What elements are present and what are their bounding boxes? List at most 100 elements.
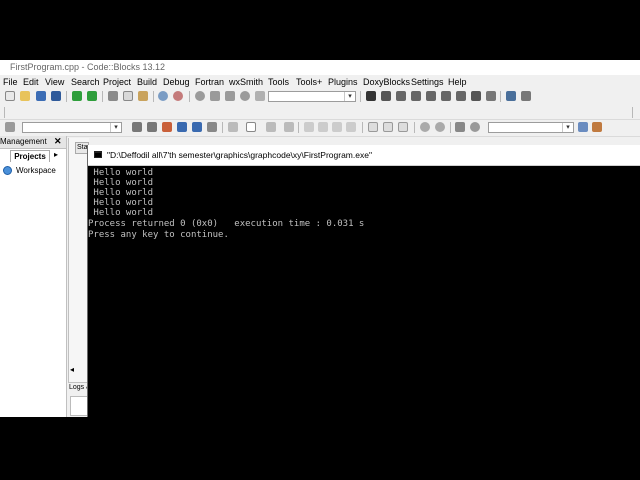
scope-select[interactable]: ▾ — [22, 122, 122, 133]
step-instruction-icon[interactable] — [441, 91, 451, 101]
align2-icon[interactable] — [318, 122, 328, 132]
stop-icon[interactable] — [486, 91, 496, 101]
console-line: Hello world — [88, 188, 154, 198]
copy-icon[interactable] — [123, 91, 133, 101]
step-out-icon[interactable] — [411, 91, 421, 101]
windows-icon[interactable] — [521, 91, 531, 101]
image-icon[interactable] — [284, 122, 294, 132]
tab-projects[interactable]: Projects — [10, 150, 50, 162]
continue-icon[interactable] — [456, 91, 466, 101]
console-title-bar[interactable]: "D:\Deffodil all\7'th semester\graphics\… — [88, 145, 640, 166]
management-tabs: Projects ▸ — [0, 150, 66, 162]
save-all-icon[interactable] — [51, 91, 61, 101]
box1-icon[interactable] — [368, 122, 378, 132]
paste-icon[interactable] — [138, 91, 148, 101]
tools-icon[interactable] — [592, 122, 602, 132]
console-line: Press any key to continue. — [88, 230, 229, 240]
menu-doxyblocks[interactable]: DoxyBlocks — [363, 77, 410, 87]
management-title: Management — [0, 137, 47, 146]
forward-icon[interactable] — [147, 122, 157, 132]
window-title: FirstProgram.cpp - Code::Blocks 13.12 — [10, 62, 166, 72]
highlight-icon[interactable] — [162, 122, 172, 132]
editor-area — [68, 138, 89, 417]
menu-plugins[interactable]: Plugins — [328, 77, 358, 87]
text-icon[interactable] — [266, 122, 276, 132]
pause-icon[interactable] — [471, 91, 481, 101]
align4-icon[interactable] — [346, 122, 356, 132]
sigma-icon[interactable] — [455, 122, 465, 132]
step-icon[interactable] — [381, 91, 391, 101]
abort-icon[interactable] — [255, 91, 265, 101]
chevron-down-icon: ▾ — [562, 123, 573, 132]
tab-scroll-right-icon[interactable]: ▸ — [54, 150, 58, 159]
letterbox-bottom — [0, 417, 640, 480]
replace-icon[interactable] — [173, 91, 183, 101]
menu-tools-plus[interactable]: Tools+ — [296, 77, 322, 87]
scroll-left-icon[interactable]: ◂ — [70, 365, 74, 374]
console-line: Hello world — [88, 168, 154, 178]
menu-edit[interactable]: Edit — [23, 77, 39, 87]
workspace-icon — [3, 166, 12, 175]
menu-help[interactable]: Help — [448, 77, 467, 87]
box2-icon[interactable] — [383, 122, 393, 132]
step-into-icon[interactable] — [396, 91, 406, 101]
cursor-icon[interactable] — [228, 122, 238, 132]
search-icon[interactable] — [578, 122, 588, 132]
align-icon[interactable] — [304, 122, 314, 132]
align3-icon[interactable] — [332, 122, 342, 132]
save-icon[interactable] — [36, 91, 46, 101]
menu-file[interactable]: File — [3, 77, 18, 87]
codeblocks-window: FirstProgram.cpp - Code::Blocks 13.12 Fi… — [0, 60, 640, 417]
console-title: "D:\Deffodil all\7'th semester\graphics\… — [107, 150, 372, 160]
debug-icon[interactable] — [366, 91, 376, 101]
zoom-out-icon[interactable] — [435, 122, 445, 132]
menu-project[interactable]: Project — [103, 77, 131, 87]
box3-icon[interactable] — [398, 122, 408, 132]
run-icon[interactable] — [210, 91, 220, 101]
back-icon[interactable] — [132, 122, 142, 132]
console-window[interactable]: "D:\Deffodil all\7'th semester\graphics\… — [87, 145, 640, 417]
title-bar: FirstProgram.cpp - Code::Blocks 13.12 — [0, 60, 640, 75]
zoom-in-icon[interactable] — [420, 122, 430, 132]
undo-icon[interactable] — [72, 91, 82, 101]
menu-debug[interactable]: Debug — [163, 77, 190, 87]
jump-icon[interactable] — [5, 122, 15, 132]
code-completion-toolbar: ▾ ▾ — [0, 120, 640, 137]
secondary-toolbar — [0, 105, 640, 120]
build-run-icon[interactable] — [240, 91, 250, 101]
match-case-icon[interactable] — [192, 122, 202, 132]
console-line: Hello world — [88, 208, 154, 218]
console-line: Process returned 0 (0x0) execution time … — [88, 219, 365, 229]
menu-tools[interactable]: Tools — [268, 77, 289, 87]
find-icon[interactable] — [158, 91, 168, 101]
menu-search[interactable]: Search — [71, 77, 100, 87]
settings-icon[interactable] — [195, 91, 205, 101]
cut-icon[interactable] — [108, 91, 118, 101]
refresh-icon[interactable] — [470, 122, 480, 132]
tree-item-label: Workspace — [16, 166, 56, 175]
management-header: Management ✕ — [0, 136, 66, 149]
info-icon[interactable] — [506, 91, 516, 101]
console-output: Hello world Hello world Hello world Hell… — [88, 166, 640, 417]
close-icon[interactable]: ✕ — [54, 136, 62, 147]
new-file-icon[interactable] — [5, 91, 15, 101]
chevron-down-icon: ▾ — [110, 123, 121, 132]
build-target-select[interactable]: ▾ — [268, 91, 356, 102]
menu-settings[interactable]: Settings — [411, 77, 444, 87]
abc-icon[interactable] — [177, 122, 187, 132]
menu-view[interactable]: View — [45, 77, 64, 87]
regex-icon[interactable] — [207, 122, 217, 132]
redo-icon[interactable] — [87, 91, 97, 101]
build-icon[interactable] — [225, 91, 235, 101]
next-instruction-icon[interactable] — [426, 91, 436, 101]
menu-build[interactable]: Build — [137, 77, 157, 87]
open-icon[interactable] — [20, 91, 30, 101]
menu-fortran[interactable]: Fortran — [195, 77, 224, 87]
chevron-down-icon: ▾ — [344, 92, 355, 101]
console-line: Hello world — [88, 198, 154, 208]
menu-wxsmith[interactable]: wxSmith — [229, 77, 263, 87]
rect-icon[interactable] — [246, 122, 256, 132]
logs-panel: Logs & — [68, 382, 91, 417]
main-toolbar: ▾ — [0, 89, 640, 106]
symbol-select[interactable]: ▾ — [488, 122, 574, 133]
